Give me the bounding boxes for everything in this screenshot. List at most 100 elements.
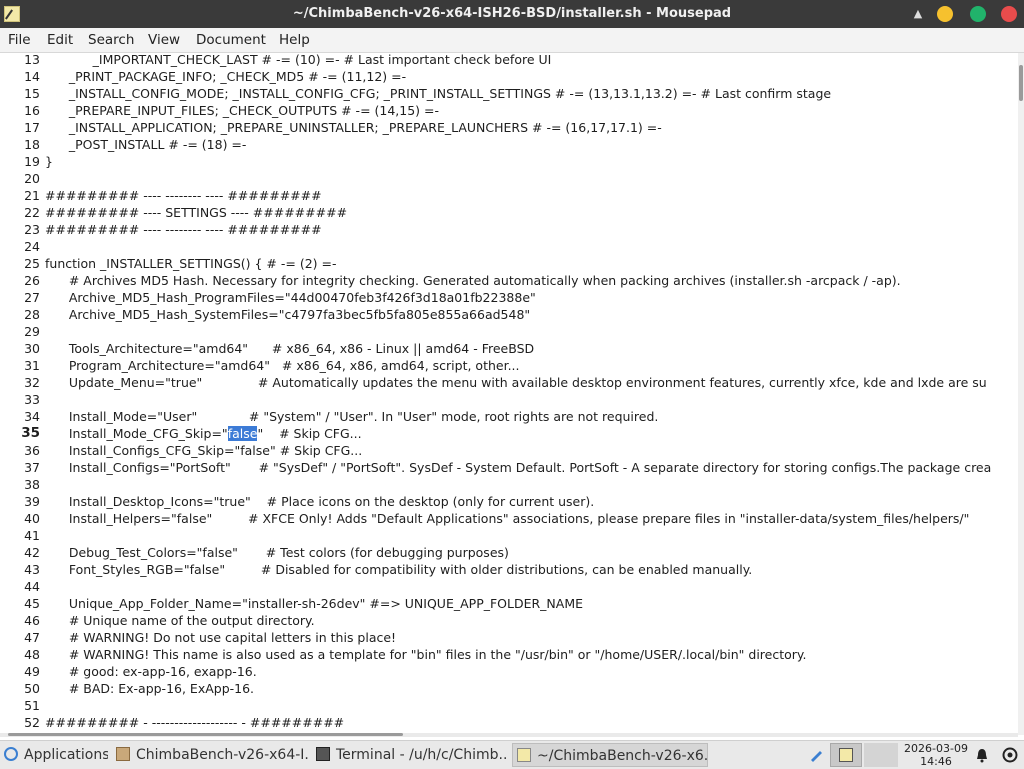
code-line[interactable]: 47 # WARNING! Do not use capital letters… [0, 629, 1018, 646]
code-line[interactable]: 46 # Unique name of the output directory… [0, 612, 1018, 629]
code-text[interactable]: _PREPARE_INPUT_FILES; _CHECK_OUTPUTS # -… [45, 102, 439, 119]
code-text[interactable]: Program_Architecture="amd64" # x86_64, x… [45, 357, 520, 374]
code-text[interactable]: Install_Mode="User" # "System" / "User".… [45, 408, 659, 425]
code-line[interactable]: 16 _PREPARE_INPUT_FILES; _CHECK_OUTPUTS … [0, 102, 1018, 119]
pen-tray-icon[interactable] [808, 747, 824, 763]
code-text[interactable]: Update_Menu="true" # Automatically updat… [45, 374, 987, 391]
code-text[interactable]: ######### - ------------------- - ######… [45, 714, 344, 731]
code-line[interactable]: 50 # BAD: Ex-app-16, ExApp-16. [0, 680, 1018, 697]
code-line[interactable]: 40 Install_Helpers="false" # XFCE Only! … [0, 510, 1018, 527]
vertical-scroll-thumb[interactable] [1019, 65, 1023, 101]
code-line[interactable]: 32 Update_Menu="true" # Automatically up… [0, 374, 1018, 391]
code-line[interactable]: 27 Archive_MD5_Hash_ProgramFiles="44d004… [0, 289, 1018, 306]
code-text[interactable]: Install_Configs_CFG_Skip="false" # Skip … [45, 442, 362, 459]
code-line[interactable]: 48 # WARNING! This name is also used as … [0, 646, 1018, 663]
code-text[interactable]: ######### ---- -------- ---- ######### [45, 221, 322, 238]
code-line[interactable]: 41 [0, 527, 1018, 544]
code-line[interactable]: 33 [0, 391, 1018, 408]
task-file-manager[interactable]: ChimbaBench-v26-x64-I... [112, 743, 308, 767]
code-line[interactable]: 26 # Archives MD5 Hash. Necessary for in… [0, 272, 1018, 289]
code-line[interactable]: 21 ######### ---- -------- ---- ######### [0, 187, 1018, 204]
code-text[interactable]: Archive_MD5_Hash_ProgramFiles="44d00470f… [45, 289, 536, 306]
code-line[interactable]: 39 Install_Desktop_Icons="true" # Place … [0, 493, 1018, 510]
code-line[interactable]: 34 Install_Mode="User" # "System" / "Use… [0, 408, 1018, 425]
horizontal-scrollbar[interactable] [0, 733, 1018, 737]
workspace-1-button[interactable] [830, 743, 862, 767]
code-text[interactable]: Font_Styles_RGB="false" # Disabled for c… [45, 561, 752, 578]
menu-file[interactable]: File [4, 28, 35, 52]
code-line[interactable]: 17 _INSTALL_APPLICATION; _PREPARE_UNINST… [0, 119, 1018, 136]
code-line[interactable]: 25 function _INSTALLER_SETTINGS() { # -= … [0, 255, 1018, 272]
code-line[interactable]: 22 ######### ---- SETTINGS ---- ######### [0, 204, 1018, 221]
code-text[interactable]: Install_Mode_CFG_Skip="false" # Skip CFG… [45, 425, 362, 442]
code-line[interactable]: 35 Install_Mode_CFG_Skip="false" # Skip … [0, 425, 1018, 442]
menu-search[interactable]: Search [84, 28, 138, 52]
code-text[interactable]: } [45, 153, 53, 170]
code-text[interactable]: _POST_INSTALL # -= (18) =- [45, 136, 247, 153]
code-text[interactable]: _INSTALL_APPLICATION; _PREPARE_UNINSTALL… [45, 119, 662, 136]
applications-menu-button[interactable]: Applications [0, 743, 108, 767]
code-text[interactable]: ######### ---- -------- ---- ######### [45, 187, 322, 204]
code-line[interactable]: 19} [0, 153, 1018, 170]
code-line[interactable]: 28 Archive_MD5_Hash_SystemFiles="c4797fa… [0, 306, 1018, 323]
clock[interactable]: 2026-03-09 14:46 [900, 742, 972, 768]
code-text[interactable]: # WARNING! This name is also used as a t… [45, 646, 807, 663]
code-text[interactable]: Install_Helpers="false" # XFCE Only! Add… [45, 510, 970, 527]
code-text[interactable]: # Unique name of the output directory. [45, 612, 315, 629]
code-text[interactable]: function _INSTALLER_SETTINGS() { # -= (2… [45, 255, 337, 272]
code-line[interactable]: 43 Font_Styles_RGB="false" # Disabled fo… [0, 561, 1018, 578]
code-line[interactable]: 18 _POST_INSTALL # -= (18) =- [0, 136, 1018, 153]
task-terminal[interactable]: Terminal - /u/h/c/Chimb... [312, 743, 508, 767]
code-line[interactable]: 15 _INSTALL_CONFIG_MODE; _INSTALL_CONFIG… [0, 85, 1018, 102]
workspace-2-button[interactable] [864, 743, 898, 767]
shade-up-icon[interactable]: ▲ [910, 7, 926, 21]
code-line[interactable]: 51 [0, 697, 1018, 714]
code-line[interactable]: 42 Debug_Test_Colors="false" # Test colo… [0, 544, 1018, 561]
close-button[interactable] [1001, 6, 1017, 22]
menu-document[interactable]: Document [192, 28, 270, 52]
vertical-scrollbar[interactable] [1018, 53, 1024, 735]
selected-text[interactable]: false [227, 426, 258, 441]
code-line[interactable]: 52 ######### - ------------------- - ####… [0, 714, 1018, 731]
maximize-button[interactable] [970, 6, 986, 22]
code-text[interactable]: Tools_Architecture="amd64" # x86_64, x86… [45, 340, 534, 357]
menu-edit[interactable]: Edit [43, 28, 77, 52]
text-editor[interactable]: 13 _IMPORTANT_CHECK_LAST # -= (10) =- # … [0, 53, 1018, 735]
horizontal-scroll-thumb[interactable] [8, 733, 403, 736]
code-line[interactable]: 45 Unique_App_Folder_Name="installer-sh-… [0, 595, 1018, 612]
code-line[interactable]: 44 [0, 578, 1018, 595]
code-text[interactable]: Install_Configs="PortSoft" # "SysDef" / … [45, 459, 991, 476]
code-line[interactable]: 23 ######### ---- -------- ---- ######### [0, 221, 1018, 238]
code-text[interactable]: ######### ---- SETTINGS ---- ######### [45, 204, 347, 221]
code-text[interactable]: # WARNING! Do not use capital letters in… [45, 629, 396, 646]
code-text[interactable]: Unique_App_Folder_Name="installer-sh-26d… [45, 595, 583, 612]
code-line[interactable]: 49 # good: ex-app-16, exapp-16. [0, 663, 1018, 680]
code-line[interactable]: 36 Install_Configs_CFG_Skip="false" # Sk… [0, 442, 1018, 459]
code-line[interactable]: 37 Install_Configs="PortSoft" # "SysDef"… [0, 459, 1018, 476]
menu-view[interactable]: View [144, 28, 184, 52]
code-line[interactable]: 29 [0, 323, 1018, 340]
menu-help[interactable]: Help [275, 28, 314, 52]
code-text[interactable]: _IMPORTANT_CHECK_LAST # -= (10) =- # Las… [45, 53, 552, 68]
code-text[interactable]: # BAD: Ex-app-16, ExApp-16. [45, 680, 254, 697]
code-text[interactable]: Archive_MD5_Hash_SystemFiles="c4797fa3be… [45, 306, 530, 323]
code-line[interactable]: 14 _PRINT_PACKAGE_INFO; _CHECK_MD5 # -= … [0, 68, 1018, 85]
code-text[interactable]: Install_Desktop_Icons="true" # Place ico… [45, 493, 594, 510]
code-text[interactable]: # good: ex-app-16, exapp-16. [45, 663, 257, 680]
minimize-button[interactable] [937, 6, 953, 22]
code-text[interactable]: _PRINT_PACKAGE_INFO; _CHECK_MD5 # -= (11… [45, 68, 406, 85]
power-icon[interactable] [1002, 747, 1018, 763]
code-line[interactable]: 13 _IMPORTANT_CHECK_LAST # -= (10) =- # … [0, 53, 1018, 68]
task-mousepad[interactable]: ~/ChimbaBench-v26-x6... [512, 743, 708, 767]
code-line[interactable]: 24 [0, 238, 1018, 255]
code-line[interactable]: 31 Program_Architecture="amd64" # x86_64… [0, 357, 1018, 374]
code-line[interactable]: 38 [0, 476, 1018, 493]
line-number: 23 [24, 222, 40, 237]
code-line[interactable]: 30 Tools_Architecture="amd64" # x86_64, … [0, 340, 1018, 357]
code-text[interactable]: _INSTALL_CONFIG_MODE; _INSTALL_CONFIG_CF… [45, 85, 831, 102]
code-text[interactable]: # Archives MD5 Hash. Necessary for integ… [45, 272, 901, 289]
line-number: 44 [24, 579, 40, 594]
code-text[interactable]: Debug_Test_Colors="false" # Test colors … [45, 544, 509, 561]
code-line[interactable]: 20 [0, 170, 1018, 187]
notification-bell-icon[interactable] [974, 747, 990, 763]
